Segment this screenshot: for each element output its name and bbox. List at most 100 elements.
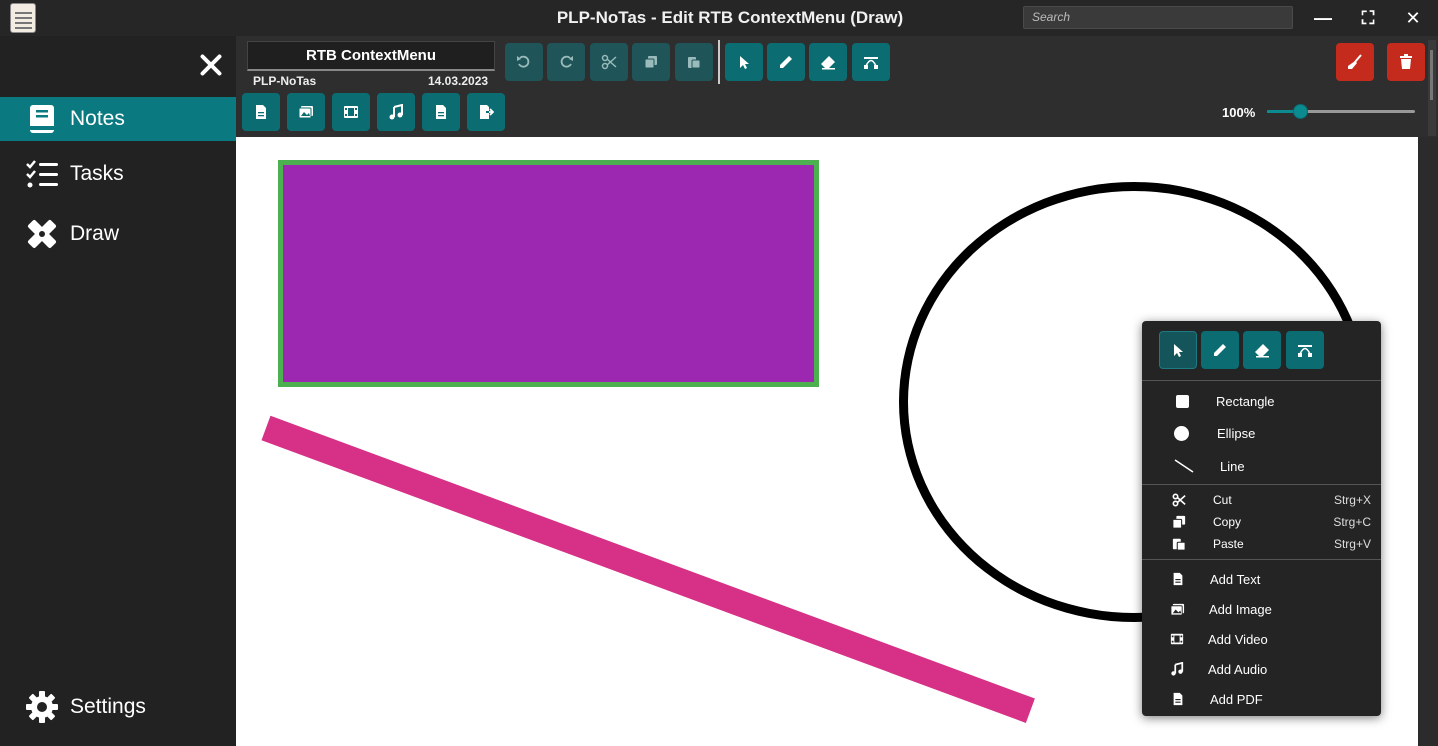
broom-icon — [1348, 54, 1362, 69]
eraser-icon — [821, 56, 835, 70]
zoom-slider-thumb[interactable] — [1292, 104, 1308, 119]
ctx-eraser-tool-button[interactable] — [1243, 331, 1281, 369]
cut-button[interactable] — [590, 43, 628, 81]
shortcut-label: Strg+C — [1333, 515, 1371, 529]
book-icon — [22, 101, 62, 137]
film-icon — [344, 106, 358, 118]
paste-button[interactable] — [675, 43, 713, 81]
context-menu: Rectangle Ellipse Line Cut Strg+X Copy S… — [1142, 321, 1381, 716]
toolbar-separator — [718, 40, 720, 84]
note-app-label: PLP-NoTas — [253, 74, 317, 88]
menu-item-label: Copy — [1213, 515, 1242, 529]
menu-item-label: Add PDF — [1210, 691, 1263, 707]
sidebar-item-notes[interactable]: Notes — [0, 97, 236, 141]
sidebar-item-label: Settings — [70, 695, 146, 718]
paste-icon — [1171, 536, 1187, 552]
menu-item-label: Paste — [1213, 537, 1244, 551]
eraser-icon — [1255, 344, 1269, 358]
maximize-button[interactable]: ⛶ — [1352, 4, 1384, 32]
checklist-icon — [22, 156, 62, 192]
bezier-icon — [1298, 345, 1312, 357]
undo-button[interactable] — [505, 43, 543, 81]
ctx-bezier-tool-button[interactable] — [1286, 331, 1324, 369]
menu-item-line[interactable]: Line — [1142, 452, 1381, 480]
shortcut-label: Strg+V — [1333, 537, 1371, 551]
menu-item-label: Add Video — [1208, 631, 1268, 647]
undo-icon — [517, 55, 530, 68]
pdf-file-icon — [1170, 691, 1186, 707]
pen-icon — [1214, 344, 1226, 356]
menu-divider — [1142, 484, 1381, 485]
toolbar-scrollbar[interactable] — [1428, 40, 1436, 136]
pen-tool-button[interactable] — [767, 43, 805, 81]
zoom-slider[interactable] — [1267, 104, 1415, 119]
menu-item-label: Rectangle — [1216, 393, 1275, 409]
sidebar-item-label: Draw — [70, 222, 120, 245]
menu-item-label: Add Image — [1209, 601, 1272, 617]
close-sidebar-button[interactable] — [196, 51, 226, 81]
copy-icon — [1171, 514, 1187, 530]
line-icon — [1174, 458, 1194, 474]
trash-icon — [1400, 54, 1412, 69]
add-image-button[interactable] — [287, 93, 325, 131]
menu-divider — [1142, 380, 1381, 381]
bezier-tool-button[interactable] — [852, 43, 890, 81]
search-input[interactable]: Search — [1023, 6, 1293, 29]
film-icon — [1169, 631, 1185, 647]
clear-canvas-button[interactable] — [1336, 43, 1374, 81]
menu-item-ellipse[interactable]: Ellipse — [1142, 419, 1381, 447]
menu-item-add-audio[interactable]: Add Audio — [1142, 655, 1381, 683]
bezier-icon — [864, 57, 878, 69]
menu-item-label: Add Text — [1210, 571, 1261, 587]
rectangle-shape[interactable] — [278, 160, 819, 387]
redo-button[interactable] — [547, 43, 585, 81]
menu-divider — [1142, 559, 1381, 560]
close-window-button[interactable]: ✕ — [1397, 4, 1429, 32]
file-export-icon — [480, 105, 494, 119]
square-icon — [1174, 393, 1190, 409]
sidebar: Notes Tasks Draw Settings — [0, 36, 236, 746]
redo-icon — [560, 55, 573, 68]
shortcut-label: Strg+X — [1333, 493, 1371, 507]
document-icon — [256, 105, 266, 119]
scissors-icon — [1171, 492, 1187, 508]
note-date: 14.03.2023 — [428, 74, 489, 88]
menu-item-paste[interactable]: Paste Strg+V — [1142, 530, 1381, 558]
menu-item-add-text[interactable]: Add Text — [1142, 565, 1381, 593]
sidebar-item-settings[interactable]: Settings — [0, 685, 236, 729]
sidebar-item-draw[interactable]: Draw — [0, 212, 236, 256]
add-text-button[interactable] — [242, 93, 280, 131]
cursor-icon — [1174, 344, 1183, 357]
note-title-input[interactable]: RTB ContextMenu — [247, 41, 495, 71]
delete-button[interactable] — [1387, 43, 1425, 81]
paste-icon — [688, 57, 701, 69]
menu-item-label: Line — [1220, 458, 1245, 474]
image-icon — [1169, 601, 1185, 617]
add-pdf-button[interactable] — [422, 93, 460, 131]
ctx-select-tool-button[interactable] — [1159, 331, 1197, 369]
zoom-level: 100% — [1222, 105, 1256, 120]
menu-item-add-video[interactable]: Add Video — [1142, 625, 1381, 653]
gear-icon — [22, 689, 62, 725]
menu-item-label: Add Audio — [1208, 661, 1268, 677]
add-video-button[interactable] — [332, 93, 370, 131]
document-icon — [1170, 571, 1186, 587]
music-note-icon — [1169, 661, 1185, 677]
circle-icon — [1173, 425, 1189, 441]
select-tool-button[interactable] — [725, 43, 763, 81]
copy-icon — [644, 56, 657, 69]
menu-item-rectangle[interactable]: Rectangle — [1142, 387, 1381, 415]
image-icon — [298, 106, 313, 119]
pencil-ruler-icon — [22, 216, 62, 252]
menu-item-add-pdf[interactable]: Add PDF — [1142, 685, 1381, 713]
ctx-pen-tool-button[interactable] — [1201, 331, 1239, 369]
minimize-button[interactable]: — — [1307, 4, 1339, 32]
copy-button[interactable] — [632, 43, 670, 81]
add-audio-button[interactable] — [377, 93, 415, 131]
menu-item-add-image[interactable]: Add Image — [1142, 595, 1381, 623]
export-button[interactable] — [467, 93, 505, 131]
sidebar-item-tasks[interactable]: Tasks — [0, 152, 236, 196]
eraser-tool-button[interactable] — [809, 43, 847, 81]
music-note-icon — [389, 104, 403, 120]
scissors-icon — [601, 54, 617, 70]
